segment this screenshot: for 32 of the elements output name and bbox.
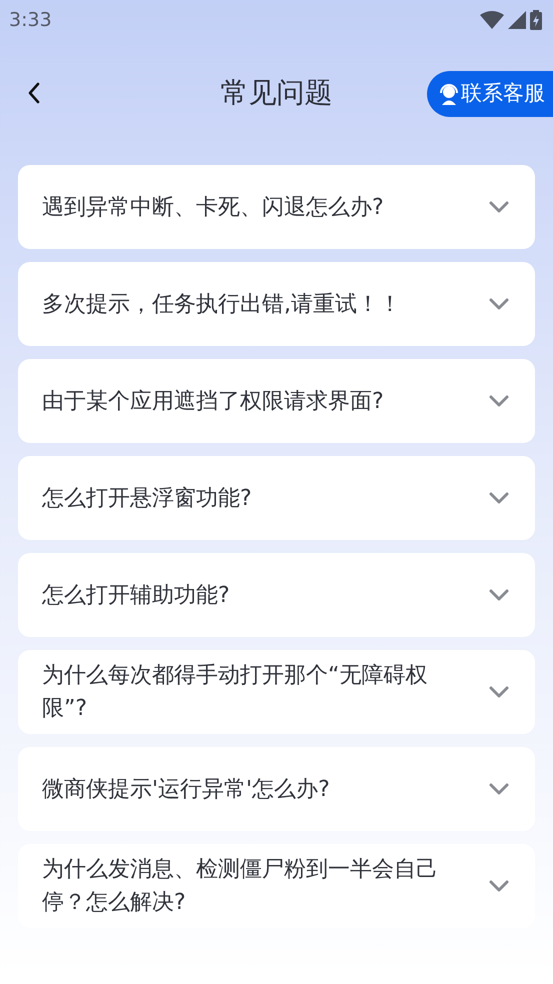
faq-question: 由于某个应用遮挡了权限请求界面? xyxy=(42,388,385,416)
faq-item[interactable]: 微商侠提示'运行异常'怎么办? xyxy=(18,747,535,831)
back-icon xyxy=(27,82,41,104)
faq-item[interactable]: 多次提示，任务执行出错,请重试！！ xyxy=(18,262,535,346)
faq-item[interactable]: 由于某个应用遮挡了权限请求界面? xyxy=(18,359,535,443)
chevron-icon xyxy=(489,395,509,407)
faq-question: 怎么打开辅助功能? xyxy=(42,582,231,610)
chevron-icon xyxy=(489,589,509,601)
faq-question: 微商侠提示'运行异常'怎么办? xyxy=(42,776,331,804)
chevron-icon xyxy=(489,492,509,504)
faq-item[interactable]: 遇到异常中断、卡死、闪退怎么办? xyxy=(18,165,535,249)
faq-question: 多次提示，任务执行出错,请重试！！ xyxy=(42,290,402,318)
chevron-icon xyxy=(489,686,509,698)
faq-question: 为什么发消息、检测僵尸粉到一半会自己停？怎么解决? xyxy=(42,856,439,917)
contact-service-button[interactable]: 联系客服 xyxy=(427,71,553,117)
chevron-icon xyxy=(489,201,509,213)
battery-icon xyxy=(530,10,542,30)
faq-item[interactable]: 为什么发消息、检测僵尸粉到一半会自己停？怎么解决? xyxy=(18,844,535,928)
chevron-icon xyxy=(489,880,509,892)
faq-item[interactable]: 怎么打开悬浮窗功能? xyxy=(18,456,535,540)
wifi-icon xyxy=(480,11,504,29)
signal-icon xyxy=(508,11,526,29)
chevron-icon xyxy=(489,298,509,310)
headset-icon xyxy=(439,83,459,105)
status-time: 3:33 xyxy=(9,8,52,33)
faq-question: 遇到异常中断、卡死、闪退怎么办? xyxy=(42,194,385,222)
faq-question: 怎么打开悬浮窗功能? xyxy=(42,484,253,512)
chevron-icon xyxy=(489,783,509,795)
faq-item[interactable]: 怎么打开辅助功能? xyxy=(18,553,535,637)
faq-question: 为什么每次都得手动打开那个“无障碍权限”? xyxy=(42,662,428,723)
page-title: 常见问题 xyxy=(220,75,332,111)
faq-item[interactable]: 为什么每次都得手动打开那个“无障碍权限”? xyxy=(18,650,535,734)
